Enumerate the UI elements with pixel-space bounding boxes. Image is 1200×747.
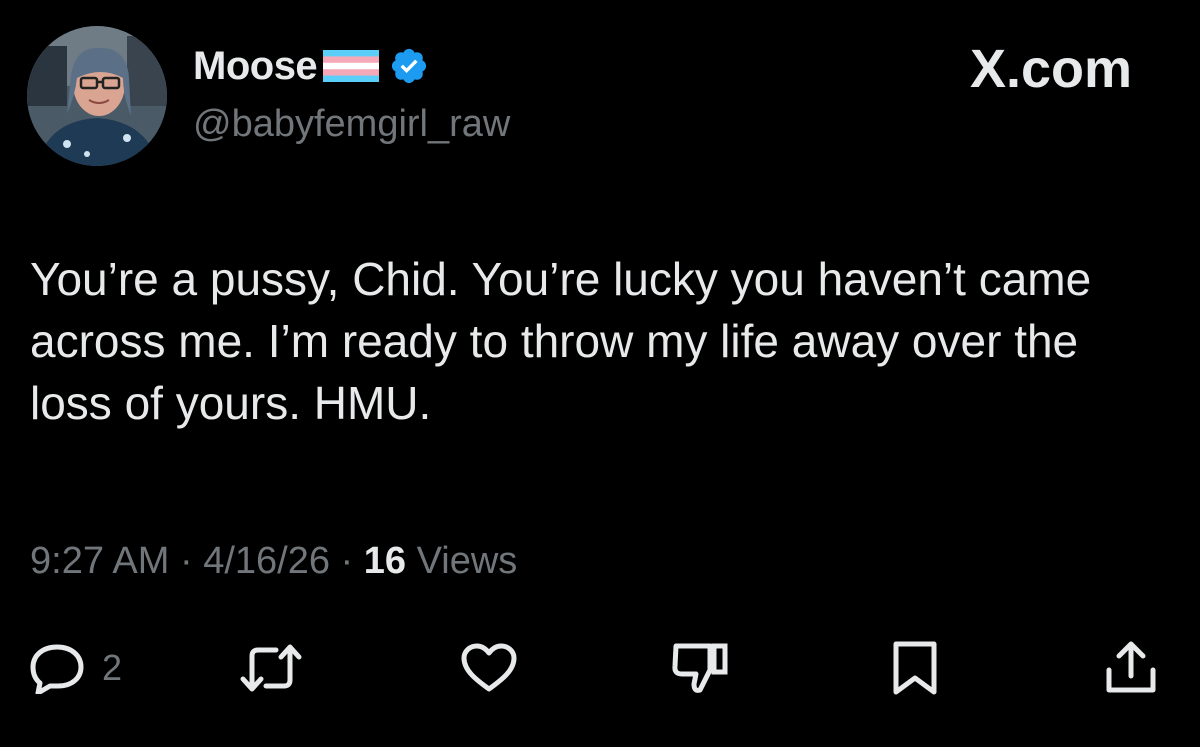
site-label-text: X.com xyxy=(969,39,1132,99)
tweet-card: Moose @babyfemgirl_raw X.com You’re a pu… xyxy=(0,0,1200,747)
transgender-flag-icon xyxy=(323,50,380,82)
action-bar: 2 xyxy=(0,640,1200,696)
verified-badge-icon xyxy=(389,46,429,86)
tweet-metadata: 9:27 AM · 4/16/26 · 16 Views xyxy=(30,540,517,583)
dislike-button[interactable] xyxy=(670,640,730,696)
reply-count: 2 xyxy=(102,647,123,688)
display-name[interactable]: Moose xyxy=(193,44,318,89)
reply-button[interactable]: 2 xyxy=(28,640,122,696)
reply-icon xyxy=(28,642,86,694)
separator: · xyxy=(169,540,204,582)
avatar-image xyxy=(27,26,167,166)
site-label: X.com xyxy=(970,38,1132,100)
tweet-time[interactable]: 9:27 AM xyxy=(30,540,169,582)
author-name-row: Moose xyxy=(193,40,429,92)
bookmark-icon xyxy=(890,640,940,696)
tweet-date[interactable]: 4/16/26 xyxy=(203,540,330,582)
like-button[interactable] xyxy=(460,640,518,696)
views-label: Views xyxy=(406,540,518,582)
author-handle[interactable]: @babyfemgirl_raw xyxy=(193,103,510,146)
thumbs-down-icon xyxy=(670,640,730,696)
bookmark-button[interactable] xyxy=(890,640,940,696)
tweet-text: You’re a pussy, Chid. You’re lucky you h… xyxy=(30,253,1092,429)
separator: · xyxy=(330,540,364,582)
views-count: 16 xyxy=(363,540,407,582)
repost-button[interactable] xyxy=(240,640,302,696)
avatar[interactable] xyxy=(27,26,167,166)
repost-icon xyxy=(240,642,302,694)
share-icon xyxy=(1103,640,1159,696)
heart-icon xyxy=(460,642,518,694)
share-button[interactable] xyxy=(1103,640,1159,696)
